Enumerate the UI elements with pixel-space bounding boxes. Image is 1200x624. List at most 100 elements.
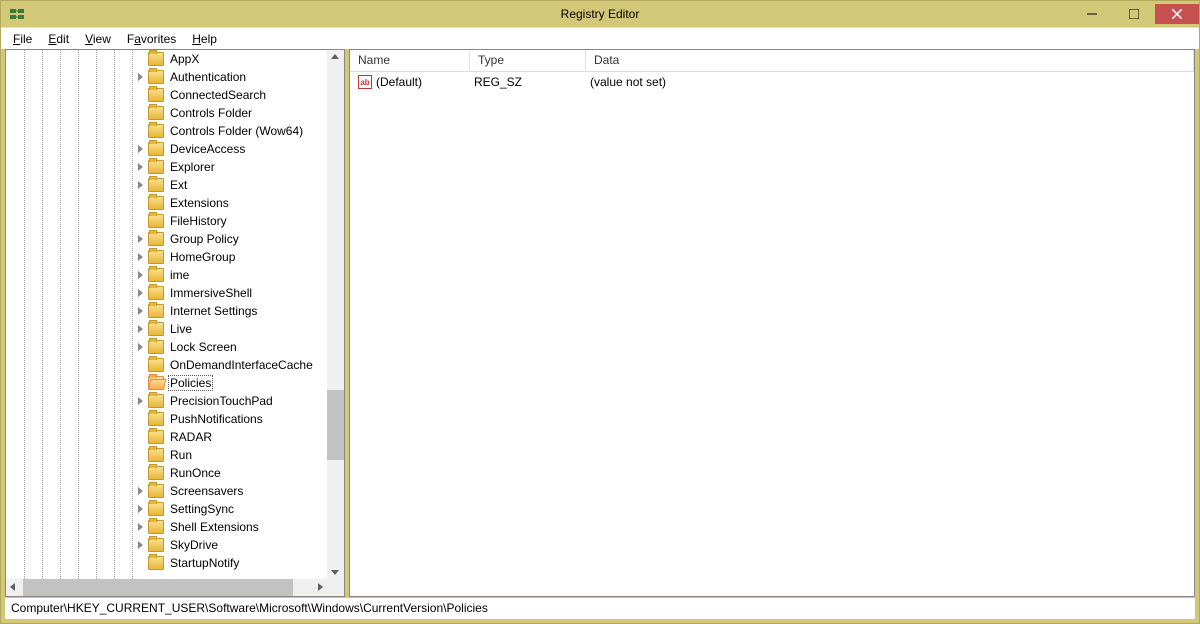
statusbar: Computer\HKEY_CURRENT_USER\Software\Micr… [5,597,1195,619]
tree-item[interactable]: RADAR [6,428,327,446]
close-button[interactable] [1155,4,1199,24]
menu-help[interactable]: Help [184,30,225,48]
expand-icon[interactable] [134,251,146,263]
column-header-name[interactable]: Name [350,50,470,71]
tree-item-label: Explorer [168,160,217,174]
tree-item[interactable]: Shell Extensions [6,518,327,536]
folder-icon [148,322,164,336]
scrollbar-thumb[interactable] [23,579,293,596]
tree-item[interactable]: Controls Folder [6,104,327,122]
tree-item-label: ime [168,268,191,282]
folder-icon [148,124,164,138]
tree-item[interactable]: Lock Screen [6,338,327,356]
tree-item[interactable]: Explorer [6,158,327,176]
tree-item[interactable]: Controls Folder (Wow64) [6,122,327,140]
scrollbar-corner [327,579,344,596]
expand-icon[interactable] [134,305,146,317]
expand-icon[interactable] [134,179,146,191]
tree-item-label: AppX [168,52,201,66]
tree-item-label: Authentication [168,70,248,84]
expand-icon[interactable] [134,341,146,353]
folder-icon [148,520,164,534]
menu-edit[interactable]: Edit [40,30,77,48]
expand-icon[interactable] [134,539,146,551]
expand-icon[interactable] [134,323,146,335]
expand-spacer [134,125,146,137]
tree-item[interactable]: PrecisionTouchPad [6,392,327,410]
folder-icon [148,142,164,156]
expand-icon[interactable] [134,71,146,83]
tree-item[interactable]: Group Policy [6,230,327,248]
folder-icon [148,538,164,552]
column-header-data[interactable]: Data [586,50,1194,71]
tree-item-label: HomeGroup [168,250,237,264]
menu-view[interactable]: View [77,30,119,48]
folder-icon [148,286,164,300]
tree-item[interactable]: RunOnce [6,464,327,482]
tree-item[interactable]: Internet Settings [6,302,327,320]
tree-item[interactable]: Authentication [6,68,327,86]
tree-item[interactable]: DeviceAccess [6,140,327,158]
status-path: Computer\HKEY_CURRENT_USER\Software\Micr… [11,601,488,615]
tree-item[interactable]: Screensavers [6,482,327,500]
folder-icon [148,196,164,210]
tree-item[interactable]: ConnectedSearch [6,86,327,104]
folder-icon [148,412,164,426]
tree-view[interactable]: AppX Authentication ConnectedSearch Control… [6,50,327,579]
tree-item[interactable]: StartupNotify [6,554,327,572]
menu-file[interactable]: File [5,30,40,48]
tree-item[interactable]: Policies [6,374,327,392]
expand-icon[interactable] [134,233,146,245]
folder-icon [148,160,164,174]
tree-horizontal-scrollbar[interactable] [6,579,327,596]
tree-item[interactable]: PushNotifications [6,410,327,428]
tree-item-label: StartupNotify [168,556,241,570]
minimize-button[interactable] [1071,4,1113,24]
tree-item[interactable]: ime [6,266,327,284]
expand-icon[interactable] [134,161,146,173]
tree-item-label: PrecisionTouchPad [168,394,275,408]
expand-icon[interactable] [134,521,146,533]
maximize-button[interactable] [1113,4,1155,24]
expand-icon[interactable] [134,269,146,281]
folder-icon [148,430,164,444]
tree-item-label: ConnectedSearch [168,88,268,102]
expand-icon[interactable] [134,503,146,515]
titlebar[interactable]: Registry Editor [1,1,1199,27]
folder-icon [148,232,164,246]
tree-item-label: FileHistory [168,214,229,228]
tree-item[interactable]: ImmersiveShell [6,284,327,302]
expand-icon[interactable] [134,485,146,497]
tree-item[interactable]: Extensions [6,194,327,212]
tree-item[interactable]: Live [6,320,327,338]
tree-item-label: RADAR [168,430,214,444]
value-name: (Default) [376,75,422,89]
tree-item[interactable]: OnDemandInterfaceCache [6,356,327,374]
folder-icon [148,214,164,228]
tree-item-label: ImmersiveShell [168,286,254,300]
tree-item[interactable]: SettingSync [6,500,327,518]
expand-icon[interactable] [134,395,146,407]
tree-item[interactable]: Run [6,446,327,464]
list-header: Name Type Data [350,50,1194,72]
scrollbar-thumb[interactable] [327,390,344,460]
tree-item-label: Screensavers [168,484,245,498]
tree-item[interactable]: FileHistory [6,212,327,230]
folder-icon [148,502,164,516]
folder-icon [148,304,164,318]
tree-item[interactable]: SkyDrive [6,536,327,554]
column-header-type[interactable]: Type [470,50,586,71]
tree-item[interactable]: Ext [6,176,327,194]
tree-item[interactable]: AppX [6,50,327,68]
tree-item[interactable]: HomeGroup [6,248,327,266]
content-area: AppX Authentication ConnectedSearch Control… [1,49,1199,597]
value-row[interactable]: ab (Default) REG_SZ (value not set) [350,72,1194,92]
menu-favorites[interactable]: Favorites [119,30,184,48]
expand-spacer [134,215,146,227]
tree-item-label: Live [168,322,194,336]
tree-vertical-scrollbar[interactable] [327,50,344,579]
tree-item-label: Shell Extensions [168,520,261,534]
tree-item-label: Ext [168,178,189,192]
expand-icon[interactable] [134,287,146,299]
expand-icon[interactable] [134,143,146,155]
